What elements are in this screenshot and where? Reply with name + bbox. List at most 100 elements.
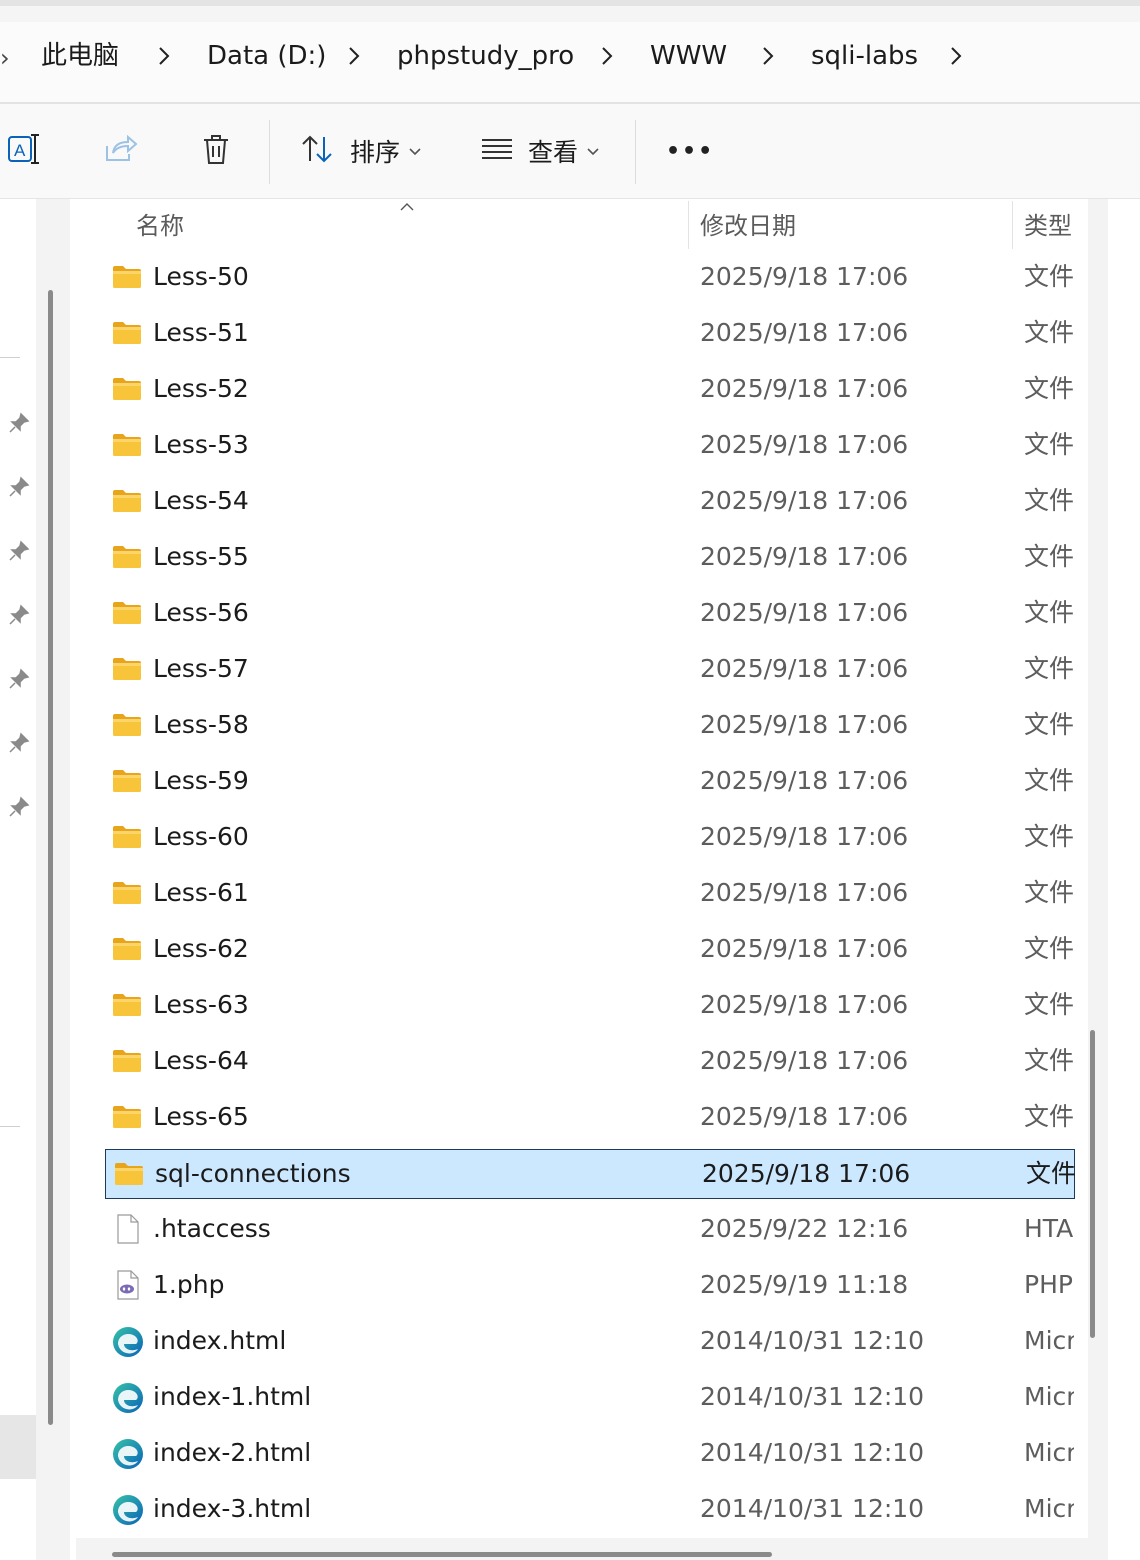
folder-icon — [112, 1046, 142, 1076]
edge-html-icon — [112, 1326, 143, 1357]
file-type: 文件夹 — [1024, 542, 1074, 571]
file-modified-date: 2025/9/22 12:16 — [700, 1214, 909, 1243]
chevron-right-icon[interactable] — [948, 36, 964, 76]
file-type: Microsoft — [1024, 1326, 1074, 1355]
edge-html-icon — [112, 1494, 143, 1525]
pin-icon[interactable] — [8, 796, 30, 818]
view-button[interactable]: 查看 — [480, 126, 600, 176]
file-row[interactable]: Less-52 2025/9/18 17:06 文件夹 — [104, 365, 1074, 413]
file-name: index-3.html — [153, 1494, 312, 1523]
file-modified-date: 2025/9/18 17:06 — [700, 934, 909, 963]
file-modified-date: 2025/9/18 17:06 — [700, 654, 909, 683]
file-row[interactable]: Less-50 2025/9/18 17:06 文件夹 — [104, 253, 1074, 301]
file-row[interactable]: index.html 2014/10/31 12:10 Microsoft — [104, 1317, 1074, 1365]
file-type: 文件夹 — [1024, 934, 1074, 963]
file-row[interactable]: Less-56 2025/9/18 17:06 文件夹 — [104, 589, 1074, 637]
file-type: Microsoft — [1024, 1382, 1074, 1411]
navigation-scrollbar[interactable] — [36, 199, 70, 1560]
file-row[interactable]: Less-51 2025/9/18 17:06 文件夹 — [104, 309, 1074, 357]
trash-icon — [200, 132, 232, 170]
file-list-vertical-scrollbar-thumb[interactable] — [1090, 1030, 1095, 1338]
breadcrumb-phpstudy-pro[interactable]: phpstudy_pro — [397, 36, 574, 76]
file-row[interactable]: Less-55 2025/9/18 17:06 文件夹 — [104, 533, 1074, 581]
file-row[interactable]: index-1.html 2014/10/31 12:10 Microsoft — [104, 1373, 1074, 1421]
file-modified-date: 2014/10/31 12:10 — [700, 1326, 925, 1355]
rename-button[interactable]: A — [6, 126, 42, 176]
file-row[interactable]: Less-63 2025/9/18 17:06 文件夹 — [104, 981, 1074, 1029]
file-name: index-2.html — [153, 1438, 312, 1467]
sort-button[interactable]: 排序 — [300, 126, 422, 176]
folder-icon — [112, 542, 142, 572]
file-row[interactable]: Less-65 2025/9/18 17:06 文件夹 — [104, 1093, 1074, 1141]
chevron-right-icon[interactable] — [346, 36, 362, 76]
file-row[interactable]: Less-58 2025/9/18 17:06 文件夹 — [104, 701, 1074, 749]
file-row[interactable]: Less-60 2025/9/18 17:06 文件夹 — [104, 813, 1074, 861]
file-type: 文件夹 — [1026, 1159, 1076, 1188]
file-row[interactable]: index-3.html 2014/10/31 12:10 Microsoft — [104, 1485, 1074, 1533]
delete-button[interactable] — [200, 126, 232, 176]
file-row[interactable]: Less-54 2025/9/18 17:06 文件夹 — [104, 477, 1074, 525]
breadcrumb-overflow-arrow[interactable]: › — [0, 44, 10, 72]
file-row[interactable]: .htaccess 2025/9/22 12:16 HTACCESS — [104, 1205, 1074, 1253]
file-row[interactable]: 1.php 2025/9/19 11:18 PHP — [104, 1261, 1074, 1309]
address-bar[interactable]: › 此电脑 Data (D:) phpstudy_pro WWW sqli-la… — [0, 22, 1140, 104]
file-row[interactable]: Less-61 2025/9/18 17:06 文件夹 — [104, 869, 1074, 917]
file-name: 1.php — [153, 1270, 225, 1299]
breadcrumb-this-pc[interactable]: 此电脑 — [41, 36, 119, 76]
chevron-right-icon[interactable] — [599, 36, 615, 76]
chevron-down-icon — [586, 142, 600, 161]
folder-icon — [112, 1102, 142, 1132]
file-name: .htaccess — [153, 1214, 271, 1243]
pin-icon[interactable] — [8, 668, 30, 690]
pin-icon[interactable] — [8, 412, 30, 434]
file-modified-date: 2014/10/31 12:10 — [700, 1494, 925, 1523]
sort-arrows-icon — [300, 133, 336, 169]
file-type: 文件夹 — [1024, 822, 1074, 851]
file-modified-date: 2025/9/18 17:06 — [700, 318, 909, 347]
file-list[interactable]: 名称 修改日期 类型 Less-502025/9/18 17:06文件夹 Less… — [76, 199, 1108, 1560]
file-row-selected[interactable]: sql-connections 2025/9/18 17:06 文件夹 — [105, 1149, 1076, 1199]
chevron-right-icon[interactable] — [156, 36, 172, 76]
file-type: 文件夹 — [1024, 990, 1074, 1019]
pin-icon[interactable] — [8, 604, 30, 626]
more-options-icon: ••• — [666, 138, 715, 164]
file-row[interactable]: index-2.html 2014/10/31 12:10 Microsoft — [104, 1429, 1074, 1477]
column-header-date[interactable]: 修改日期 — [700, 199, 796, 253]
breadcrumb-www[interactable]: WWW — [650, 36, 727, 76]
nav-item-selected[interactable] — [0, 1415, 36, 1479]
column-header-type[interactable]: 类型 — [1024, 199, 1072, 253]
file-row[interactable]: Less-57 2025/9/18 17:06 文件夹 — [104, 645, 1074, 693]
file-list-horizontal-scrollbar-thumb[interactable] — [112, 1552, 772, 1557]
file-name: Less-57 — [153, 654, 249, 683]
file-type: HTACCESS — [1024, 1214, 1074, 1243]
column-divider[interactable] — [688, 201, 689, 249]
navigation-scrollbar-thumb[interactable] — [48, 290, 53, 1425]
column-header-name[interactable]: 名称 — [136, 199, 184, 253]
file-modified-date: 2025/9/18 17:06 — [700, 1046, 909, 1075]
pin-icon[interactable] — [8, 540, 30, 562]
breadcrumb-sqli-labs[interactable]: sqli-labs — [811, 36, 918, 76]
file-name: Less-60 — [153, 822, 249, 851]
nav-separator — [0, 357, 20, 358]
command-bar: A 排序 查看 ••• — [0, 104, 1140, 199]
breadcrumb-data-drive[interactable]: Data (D:) — [207, 36, 326, 76]
pin-icon[interactable] — [8, 732, 30, 754]
chevron-right-icon[interactable] — [760, 36, 776, 76]
php-file-icon — [112, 1270, 142, 1300]
column-divider[interactable] — [1012, 201, 1013, 249]
file-name: Less-55 — [153, 542, 249, 571]
share-button[interactable] — [104, 126, 138, 176]
file-row[interactable]: Less-62 2025/9/18 17:06 文件夹 — [104, 925, 1074, 973]
title-strip-lower — [0, 6, 1140, 22]
folder-icon — [114, 1159, 144, 1189]
file-type: Microsoft — [1024, 1438, 1074, 1467]
pin-icon[interactable] — [8, 476, 30, 498]
file-row[interactable]: Less-59 2025/9/18 17:06 文件夹 — [104, 757, 1074, 805]
folder-icon — [112, 934, 142, 964]
see-more-button[interactable]: ••• — [666, 126, 714, 176]
file-row[interactable]: Less-53 2025/9/18 17:06 文件夹 — [104, 421, 1074, 469]
file-type: 文件夹 — [1024, 878, 1074, 907]
file-row[interactable]: Less-64 2025/9/18 17:06 文件夹 — [104, 1037, 1074, 1085]
file-list-vertical-scrollbar[interactable] — [1088, 199, 1108, 1560]
file-modified-date: 2025/9/18 17:06 — [700, 766, 909, 795]
